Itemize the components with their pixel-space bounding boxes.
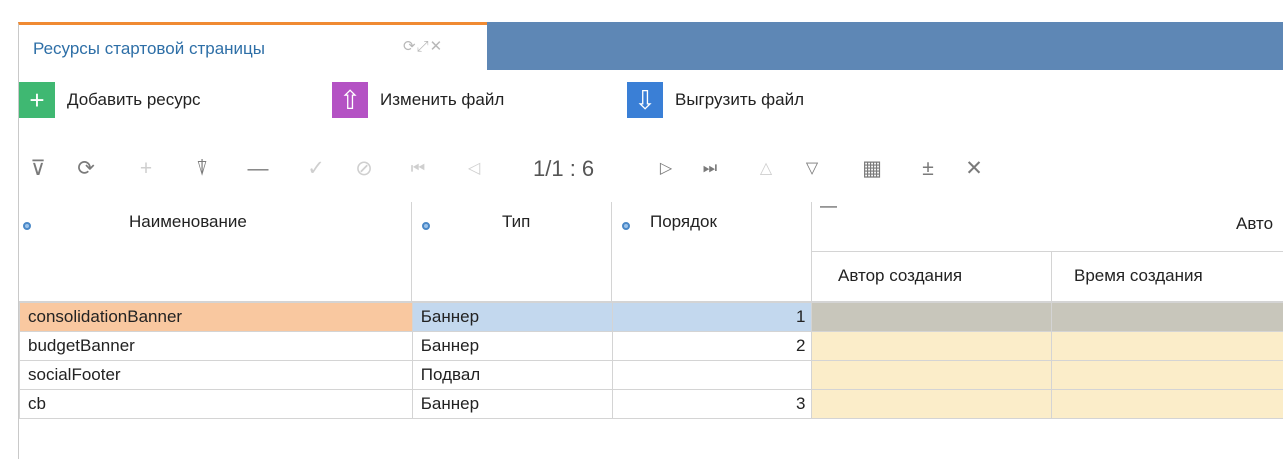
page-indicator: 1/1 : 6 (533, 156, 595, 181)
filter-icon[interactable]: ⊽ (23, 154, 53, 184)
group-collapse-icon[interactable]: — (820, 196, 837, 216)
change-file-label: Изменить файл (380, 90, 505, 109)
table-row[interactable]: budgetBanner Баннер 2 (19, 331, 1283, 361)
cell-order[interactable]: 2 (611, 331, 813, 361)
first-page-icon[interactable]: ⏮ (403, 154, 433, 184)
cell-name[interactable]: socialFooter (19, 360, 413, 390)
action-bar: + Добавить ресурс ⇧ Изменить файл ⇩ Выгр… (19, 80, 1283, 120)
refresh-icon[interactable]: ⟳ (403, 38, 417, 55)
tab-start-page-resources[interactable]: Ресурсы стартовой страницы ⟳⤢✕ (18, 22, 487, 70)
export-file-button[interactable]: ⇩ Выгрузить файл (627, 80, 804, 120)
table-row[interactable]: socialFooter Подвал (19, 360, 1283, 390)
change-file-button[interactable]: ⇧ Изменить файл (332, 80, 504, 120)
column-header-type[interactable]: Тип (412, 202, 612, 302)
refresh-icon[interactable]: ⟳ (71, 154, 101, 184)
cell-created[interactable] (1051, 389, 1283, 419)
cell-name[interactable]: consolidationBanner (19, 302, 413, 332)
top-strip (0, 0, 1283, 22)
download-arrow-icon: ⇩ (627, 82, 663, 118)
tab-controls[interactable]: ⟳⤢✕ (403, 37, 443, 55)
grid-toolbar: ⊽ ⟳ + ⍒ — ✓ ⊘ ⏮ ◁ 1/1 : 6 ▷ ⏭ △ ▽ ▦ ± ✕ (19, 150, 1283, 190)
cell-author[interactable] (811, 389, 1053, 419)
column-header-created-label: Время создания (1074, 266, 1203, 285)
column-marker-icon (622, 222, 630, 230)
add-resource-label: Добавить ресурс (67, 90, 201, 109)
plus-icon: + (19, 82, 55, 118)
column-header-type-label: Тип (502, 212, 531, 231)
cell-type[interactable]: Баннер (411, 389, 613, 419)
confirm-icon[interactable]: ✓ (301, 154, 331, 184)
column-header-name[interactable]: Наименование (19, 202, 412, 302)
cell-author[interactable] (811, 302, 1053, 332)
tab-title: Ресурсы стартовой страницы (33, 39, 265, 58)
cell-order[interactable]: 3 (611, 389, 813, 419)
sort-up-icon[interactable]: △ (751, 154, 781, 184)
cell-author[interactable] (811, 360, 1053, 390)
cell-created[interactable] (1051, 360, 1283, 390)
column-header-name-label: Наименование (129, 212, 247, 231)
cell-name[interactable]: cb (19, 389, 413, 419)
resources-grid: consolidationBanner Баннер 1 budgetBanne… (19, 302, 1283, 419)
upload-arrow-icon: ⇧ (332, 82, 368, 118)
column-header-author-label: Автор создания (838, 266, 963, 285)
column-header-order-label: Порядок (650, 212, 717, 231)
column-group-audit[interactable]: — Авто (812, 196, 1283, 252)
cell-type[interactable]: Баннер (411, 302, 613, 332)
column-header-order[interactable]: Порядок (612, 202, 812, 302)
filter-clear-icon[interactable]: ⍒ (187, 154, 217, 184)
expand-group-icon[interactable]: ± (913, 154, 943, 184)
cell-author[interactable] (811, 331, 1053, 361)
export-file-label: Выгрузить файл (675, 90, 805, 109)
cell-created[interactable] (1051, 331, 1283, 361)
cell-created[interactable] (1051, 302, 1283, 332)
next-page-icon[interactable]: ▷ (651, 154, 681, 184)
column-header-created[interactable]: Время создания (1052, 252, 1283, 302)
cancel-icon[interactable]: ⊘ (349, 154, 379, 184)
cell-type[interactable]: Подвал (411, 360, 613, 390)
cell-type[interactable]: Баннер (411, 331, 613, 361)
column-marker-icon (422, 222, 430, 230)
expand-icon[interactable]: ⤢ (417, 38, 430, 55)
sort-down-icon[interactable]: ▽ (797, 154, 827, 184)
add-row-icon[interactable]: + (131, 154, 161, 184)
content-panel: + Добавить ресурс ⇧ Изменить файл ⇩ Выгр… (18, 70, 1283, 459)
column-group-label: Авто (1236, 214, 1274, 233)
last-page-icon[interactable]: ⏭ (695, 154, 725, 184)
table-row[interactable]: consolidationBanner Баннер 1 (19, 302, 1283, 332)
add-resource-button[interactable]: + Добавить ресурс (19, 80, 201, 120)
close-icon[interactable]: ✕ (430, 38, 444, 55)
cell-name[interactable]: budgetBanner (19, 331, 413, 361)
cell-order[interactable] (611, 360, 813, 390)
cell-order[interactable]: 1 (611, 302, 813, 332)
tab-bar: Ресурсы стартовой страницы ⟳⤢✕ (0, 22, 1283, 70)
table-row[interactable]: cb Баннер 3 (19, 389, 1283, 419)
grid-icon[interactable]: ▦ (857, 154, 887, 184)
close-panel-icon[interactable]: ✕ (959, 154, 989, 184)
column-marker-icon (23, 222, 31, 230)
grid-header: Наименование Тип Порядок — Авто Автор со… (19, 196, 1283, 302)
delete-row-icon[interactable]: — (243, 154, 273, 184)
tab-bar-background (487, 22, 1283, 70)
prev-page-icon[interactable]: ◁ (459, 154, 489, 184)
column-header-author[interactable]: Автор создания (812, 252, 1052, 302)
